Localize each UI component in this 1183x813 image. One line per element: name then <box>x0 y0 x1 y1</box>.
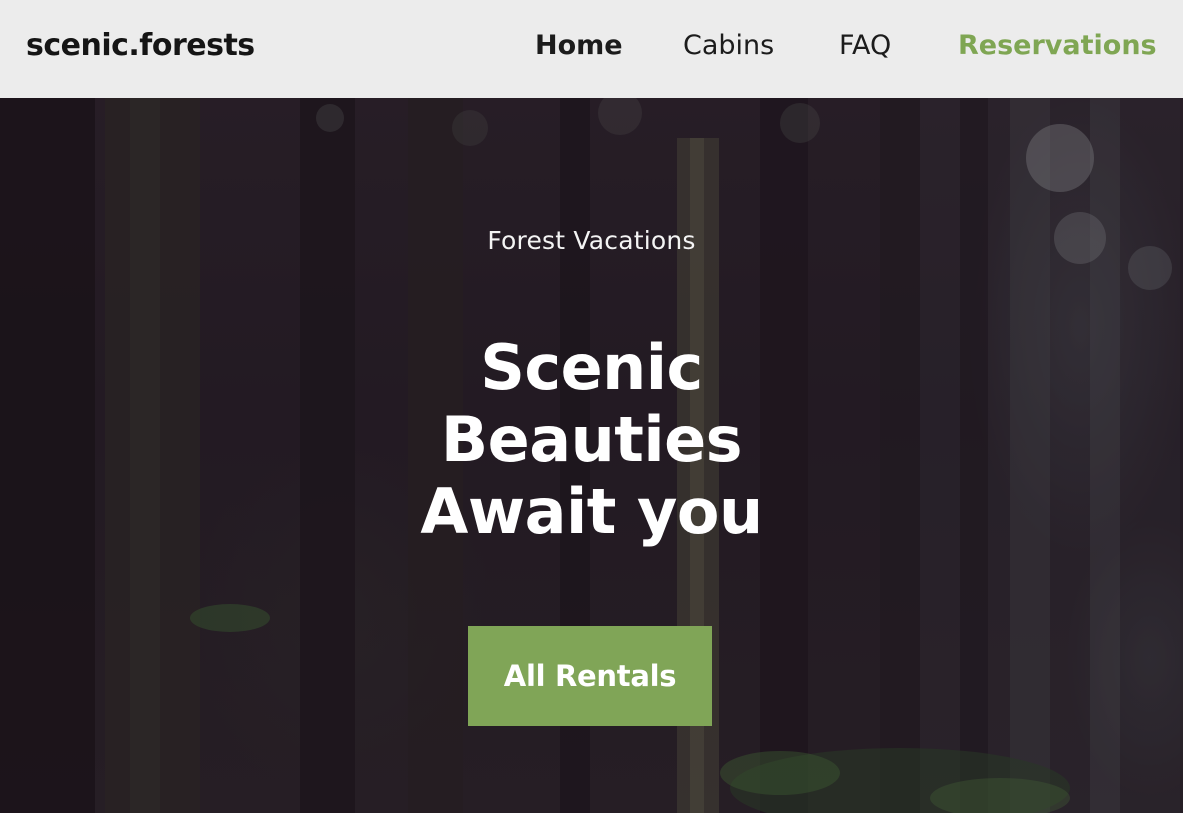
nav-cabins-link[interactable]: Cabins <box>683 30 774 61</box>
headline-line: Await you <box>420 475 763 548</box>
hero-headline: Scenic Beauties Await you <box>0 332 1183 548</box>
hero-eyebrow: Forest Vacations <box>487 226 696 255</box>
nav-home-link[interactable]: Home <box>535 30 623 61</box>
headline-line: Beauties <box>440 403 743 476</box>
page: scenic.forests Home Cabins FAQ Reservati… <box>0 0 1183 813</box>
site-header: scenic.forests Home Cabins FAQ Reservati… <box>0 0 1183 98</box>
hero-section: Forest Vacations Scenic Beauties Await y… <box>0 98 1183 813</box>
all-rentals-button[interactable]: All Rentals <box>468 626 712 726</box>
site-logo[interactable]: scenic.forests <box>26 28 255 63</box>
headline-line: Scenic <box>480 331 703 404</box>
nav-faq-link[interactable]: FAQ <box>839 30 891 61</box>
nav-reservations-link[interactable]: Reservations <box>958 30 1157 61</box>
